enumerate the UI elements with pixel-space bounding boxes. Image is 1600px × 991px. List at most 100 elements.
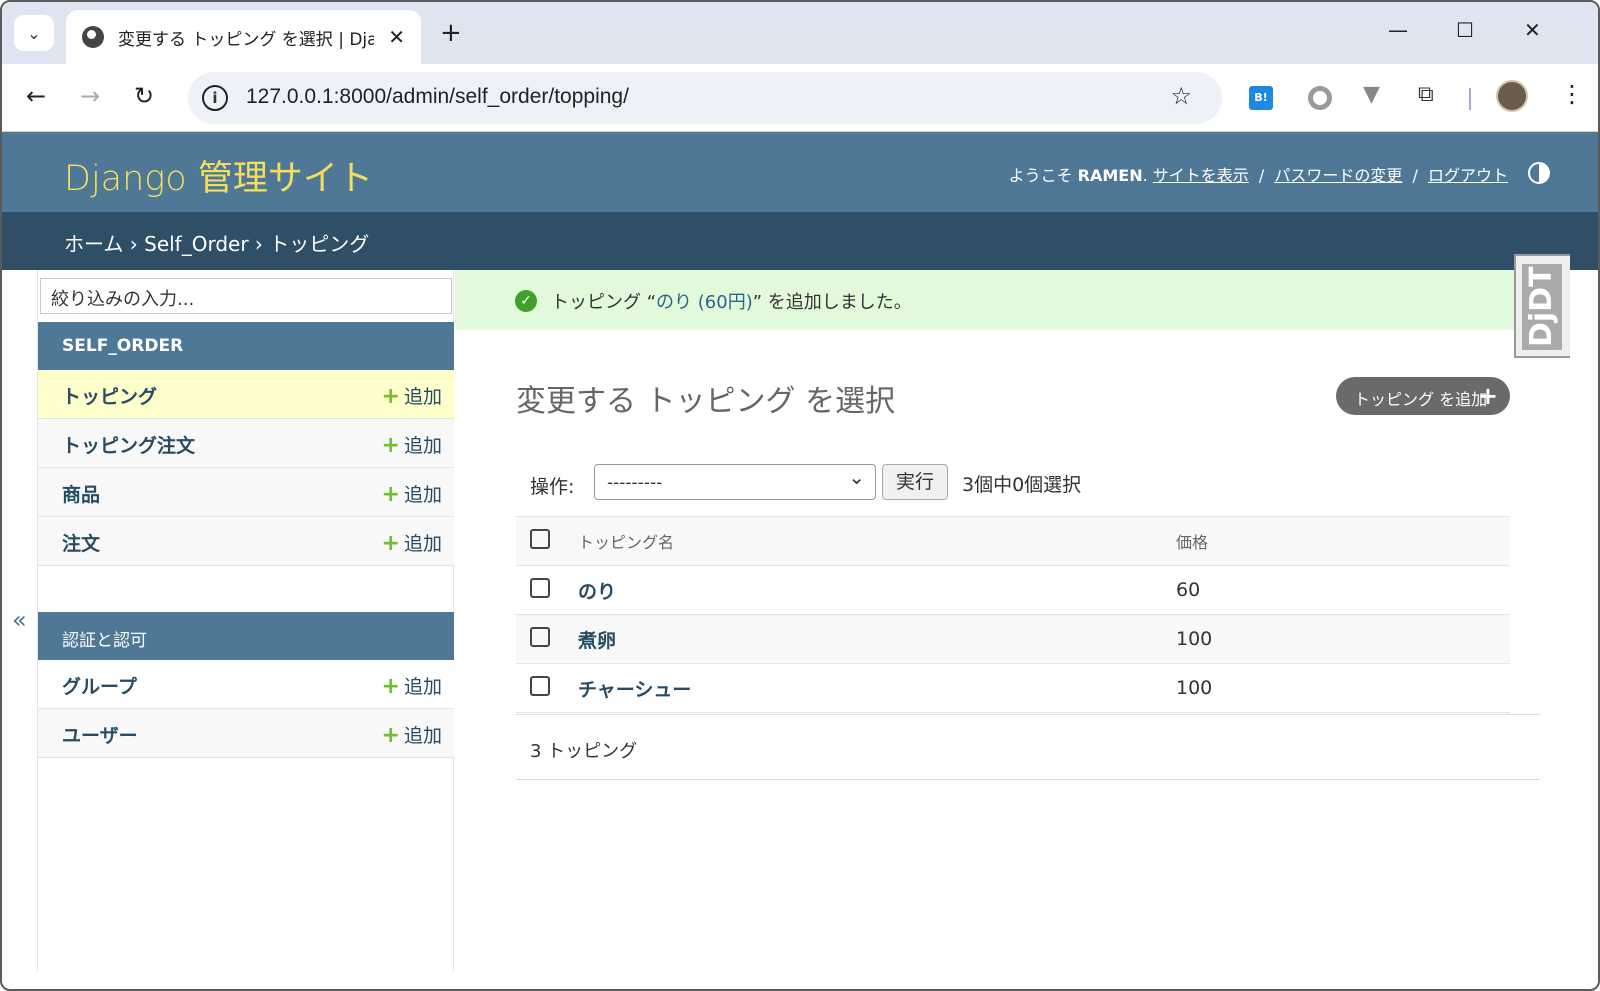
results-table: トッピング名 価格 のり 60 煮卵 100 チャーシュー 100 [516, 516, 1510, 713]
plus-icon: + [381, 674, 400, 699]
sidebar-item-product[interactable]: 商品 + 追加 [38, 468, 454, 517]
toolbar-divider [1469, 88, 1471, 110]
message-link[interactable]: のり (60円) [656, 292, 753, 313]
sidebar-item-user[interactable]: ユーザー + 追加 [38, 709, 454, 758]
add-link[interactable]: + 追加 [382, 431, 442, 458]
bookmark-star-icon[interactable]: ☆ [1170, 82, 1192, 110]
url-text[interactable]: 127.0.0.1:8000/admin/self_order/topping/ [246, 85, 629, 109]
sidebar-item-group[interactable]: グループ + 追加 [38, 660, 454, 709]
extensions-puzzle-icon[interactable]: ⧉ [1418, 82, 1442, 107]
row-checkbox[interactable] [530, 626, 550, 647]
theme-toggle-icon[interactable] [1528, 162, 1550, 184]
add-link[interactable]: + 追加 [382, 382, 442, 409]
row-price: 100 [1176, 614, 1510, 664]
welcome-text: ようこそ [1008, 166, 1073, 185]
action-select[interactable]: --------- [594, 464, 876, 500]
add-topping-button[interactable]: トッピング を追加 + [1336, 377, 1510, 415]
action-label: 操作: [530, 476, 575, 498]
breadcrumb-separator: › [254, 232, 263, 256]
plus-icon: + [381, 531, 400, 556]
site-info-icon[interactable]: i [202, 85, 228, 111]
extension-circle-icon[interactable] [1308, 86, 1332, 110]
app-caption-self-order[interactable]: SELF_ORDER [38, 322, 454, 370]
model-link[interactable]: トッピング注文 [62, 431, 195, 458]
model-link[interactable]: 注文 [62, 529, 100, 556]
actions-bar: 操作: --------- 実行 3個中0個選択 [516, 462, 1510, 516]
row-name-link[interactable]: チャーシュー [578, 663, 1176, 713]
profile-avatar[interactable] [1496, 80, 1528, 112]
logout-link[interactable]: ログアウト [1428, 166, 1508, 185]
breadcrumb: ホーム › Self_Order › トッピング [2, 212, 1598, 270]
plus-icon: + [381, 384, 400, 409]
globe-icon [82, 26, 104, 48]
page-title: 変更する トッピング を選択 [516, 384, 896, 419]
maximize-icon[interactable]: ☐ [1456, 18, 1474, 42]
model-link[interactable]: ユーザー [62, 721, 138, 748]
close-tab-icon[interactable]: ✕ [388, 25, 405, 49]
browser-tab[interactable]: 変更する トッピング を選択 | Djang ✕ [66, 10, 421, 64]
tab-title: 変更する トッピング を選択 | Djang [118, 29, 375, 50]
column-header-name[interactable]: トッピング名 [578, 516, 1176, 566]
sidebar-item-topping-order[interactable]: トッピング注文 + 追加 [38, 419, 454, 468]
tab-strip: ⌄ 変更する トッピング を選択 | Djang ✕ + — ☐ ✕ [2, 2, 1598, 64]
plus-icon: + [1477, 382, 1498, 410]
add-link[interactable]: + 追加 [382, 672, 442, 699]
sidebar-item-order[interactable]: 注文 + 追加 [38, 517, 454, 566]
username: RAMEN [1077, 166, 1143, 185]
forward-icon[interactable]: → [80, 82, 100, 110]
model-link[interactable]: グループ [62, 672, 137, 699]
row-name-link[interactable]: のり [578, 565, 1176, 615]
sidebar-item-topping[interactable]: トッピング + 追加 [38, 370, 454, 419]
nav-filter-input[interactable]: 絞り込みの入力... [40, 278, 452, 314]
breadcrumb-current: トッピング [269, 232, 370, 256]
collapse-icon[interactable]: « [12, 606, 27, 634]
breadcrumb-home[interactable]: ホーム [64, 232, 123, 256]
close-window-icon[interactable]: ✕ [1524, 18, 1541, 42]
djdt-label[interactable]: DjDT [1522, 264, 1562, 350]
check-circle-icon: ✓ [515, 290, 537, 312]
selection-counter: 3個中0個選択 [962, 474, 1082, 496]
plus-icon: + [381, 482, 400, 507]
column-header-price[interactable]: 価格 [1176, 516, 1510, 566]
table-row: 煮卵 100 [516, 614, 1510, 664]
add-link[interactable]: + 追加 [382, 529, 442, 556]
model-link[interactable]: トッピング [62, 382, 157, 409]
new-tab-button[interactable]: + [440, 18, 462, 48]
django-debug-toolbar-handle[interactable]: DjDT [1514, 254, 1570, 358]
breadcrumb-app[interactable]: Self_Order [144, 232, 248, 256]
user-tools: ようこそ RAMEN. サイトを表示 / パスワードの変更 / ログアウト [1008, 166, 1508, 185]
table-row: のり 60 [516, 565, 1510, 615]
add-link[interactable]: + 追加 [382, 721, 442, 748]
sidebar-toggle[interactable]: « [2, 270, 38, 971]
browser-menu-icon[interactable]: ⋮ [1560, 80, 1584, 108]
browser-window: ⌄ 変更する トッピング を選択 | Djang ✕ + — ☐ ✕ ← → ↻… [0, 0, 1600, 991]
reload-icon[interactable]: ↻ [134, 82, 154, 110]
admin-header: Django 管理サイト ようこそ RAMEN. サイトを表示 / パスワードの… [2, 132, 1598, 212]
tab-search-button[interactable]: ⌄ [14, 15, 54, 51]
vue-devtools-icon[interactable]: ▼ [1363, 82, 1380, 107]
nav-sidebar: 絞り込みの入力... SELF_ORDER トッピング + 追加 トッピング注文 … [38, 270, 454, 971]
site-branding[interactable]: Django 管理サイト [64, 150, 373, 201]
row-name-link[interactable]: 煮卵 [578, 614, 1176, 664]
separator: / [1258, 166, 1265, 185]
row-price: 60 [1176, 565, 1510, 615]
row-price: 100 [1176, 663, 1510, 713]
run-button[interactable]: 実行 [882, 464, 948, 500]
table-row: チャーシュー 100 [516, 663, 1510, 713]
breadcrumb-separator: › [129, 232, 138, 256]
view-site-link[interactable]: サイトを表示 [1153, 166, 1249, 185]
add-link[interactable]: + 追加 [382, 480, 442, 507]
change-password-link[interactable]: パスワードの変更 [1274, 166, 1402, 185]
row-checkbox[interactable] [530, 577, 550, 598]
separator: / [1412, 166, 1418, 185]
app-caption-auth[interactable]: 認証と認可 [38, 612, 454, 660]
message-text: トッピング “のり (60円)” を追加しました。 [551, 292, 912, 313]
row-checkbox[interactable] [530, 675, 550, 696]
minimize-icon[interactable]: — [1388, 18, 1408, 42]
hatena-bookmark-icon[interactable]: B! [1249, 86, 1273, 110]
address-bar[interactable]: i 127.0.0.1:8000/admin/self_order/toppin… [188, 72, 1222, 124]
back-icon[interactable]: ← [26, 82, 46, 110]
model-link[interactable]: 商品 [62, 480, 100, 507]
select-all-checkbox[interactable] [530, 529, 550, 549]
success-message: ✓ トッピング “のり (60円)” を追加しました。 [455, 270, 1570, 330]
